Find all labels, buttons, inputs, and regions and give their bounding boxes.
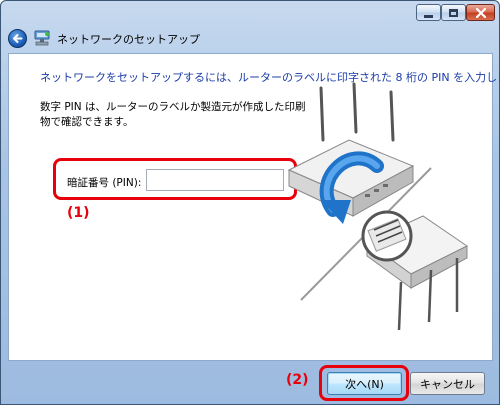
maximize-button[interactable]: [441, 4, 466, 21]
minimize-icon: [424, 14, 433, 18]
setup-window: ネットワークのセットアップ ネットワークをセットアップするには、ルーターのラベル…: [0, 0, 500, 405]
router-illustration: [287, 82, 468, 331]
maximize-icon: [449, 8, 458, 17]
callout-highlight-pin: [53, 158, 297, 200]
content-panel: ネットワークをセットアップするには、ルーターのラベルに印字された 8 桁の PI…: [8, 53, 500, 361]
window-title: ネットワークのセットアップ: [57, 33, 200, 46]
minimize-button[interactable]: [416, 4, 441, 21]
navigation-row: ネットワークのセットアップ: [1, 25, 499, 51]
back-button[interactable]: [8, 29, 27, 48]
close-button[interactable]: [466, 4, 495, 21]
arrow-left-icon: [13, 34, 23, 43]
footer-bar: (2) 次へ(N) キャンセル: [1, 362, 499, 404]
title-bar: [1, 1, 499, 25]
cancel-button[interactable]: キャンセル: [410, 372, 485, 395]
description-line-1: 数字 PIN は、ルーターのラベルか製造元が作成した印刷: [40, 101, 306, 113]
callout-label-1: (1): [67, 205, 90, 221]
description-line-2: 物で確認できます。: [40, 116, 134, 128]
magnifier-icon: [361, 210, 413, 262]
network-icon: [34, 30, 50, 46]
close-icon: [475, 7, 486, 18]
next-button[interactable]: 次へ(N): [327, 372, 402, 395]
callout-label-2: (2): [286, 372, 309, 388]
description-text: 数字 PIN は、ルーターのラベルか製造元が作成した印刷 物で確認できます。: [40, 100, 306, 130]
router-icon: [287, 82, 415, 217]
